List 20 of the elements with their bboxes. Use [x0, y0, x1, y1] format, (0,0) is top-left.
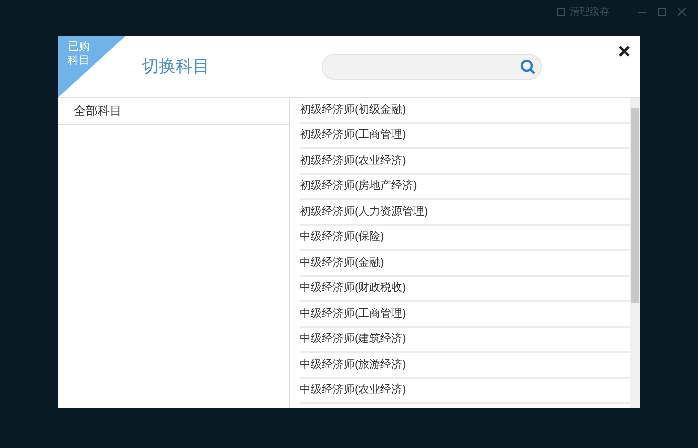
subject-item[interactable]: 初级经济师(房地产经济) [300, 174, 630, 200]
subject-item[interactable]: 初级经济师(初级金融) [300, 98, 630, 124]
subject-item[interactable]: 中级经济师(保险) [300, 226, 630, 251]
subject-item[interactable]: 中级经济师(财政税收) [300, 276, 630, 302]
subject-item[interactable]: 初级经济师(工商管理) [300, 124, 630, 149]
search-field[interactable] [322, 54, 542, 80]
close-icon[interactable] [619, 46, 630, 57]
subject-item[interactable]: 初级经济师(人力资源管理) [300, 200, 630, 226]
dialog-title: 切换科目 [142, 56, 210, 78]
subject-item[interactable]: 中级经济师(金融) [300, 251, 630, 276]
subject-item[interactable]: 中级经济师(建筑经济) [300, 328, 630, 353]
maximize-icon[interactable] [658, 8, 666, 16]
subject-item[interactable]: 中级经济师(工商管理) [300, 302, 630, 328]
scrollbar[interactable] [630, 98, 640, 408]
purchased-label: 已购科目 [68, 40, 91, 68]
corner-ribbon [58, 36, 126, 98]
scrollbar-thumb[interactable] [631, 108, 639, 303]
subject-item[interactable]: 中级经济师(农业经济) [300, 378, 630, 404]
subject-item[interactable]: 初级经济师(农业经济) [300, 149, 630, 174]
subject-item[interactable]: 中级经济师(旅游经济) [300, 353, 630, 378]
